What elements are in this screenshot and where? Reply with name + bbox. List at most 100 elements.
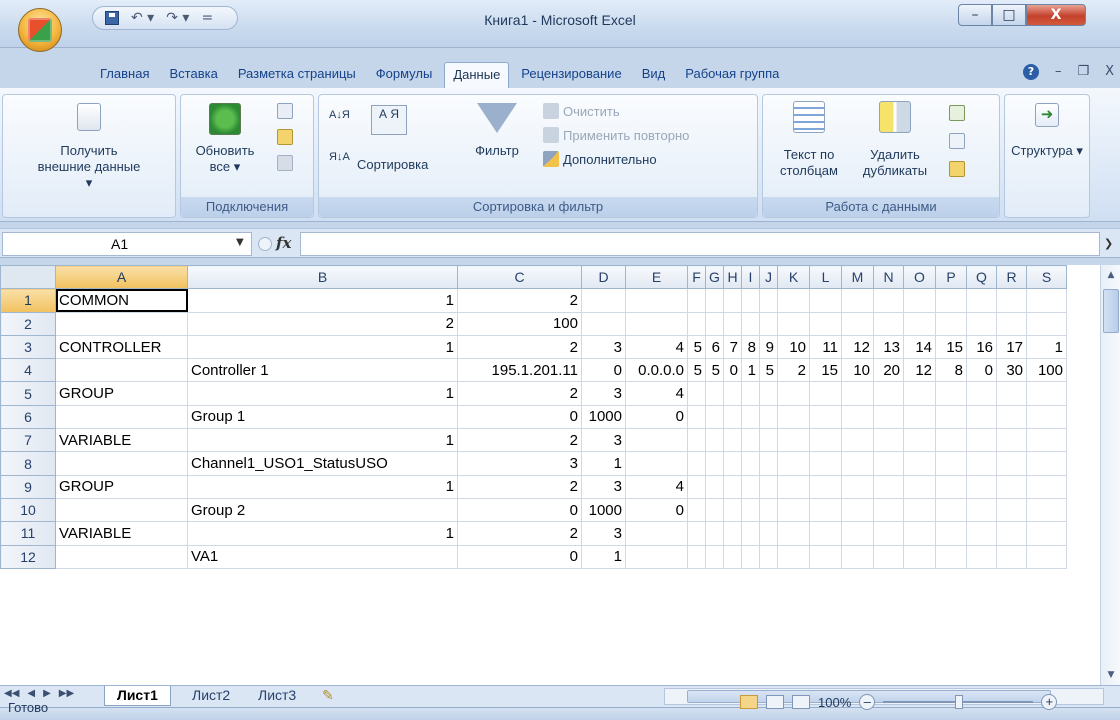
cell[interactable]: COMMON [55, 288, 188, 313]
cell[interactable]: 9 [759, 334, 778, 360]
cell[interactable]: 2 [457, 334, 582, 360]
cell[interactable] [903, 288, 936, 313]
cell[interactable] [966, 451, 997, 476]
cell[interactable] [809, 381, 842, 406]
cell[interactable]: 1 [581, 451, 626, 476]
sheet-tab-2[interactable]: Лист2 [180, 686, 242, 706]
cell[interactable] [687, 544, 706, 569]
page-break-view-icon[interactable] [792, 695, 810, 709]
cell[interactable] [1026, 404, 1067, 430]
cell[interactable] [723, 404, 742, 430]
cell[interactable]: 5 [687, 358, 706, 383]
cell[interactable] [903, 497, 936, 523]
cell[interactable] [705, 381, 724, 406]
cell[interactable] [841, 544, 874, 569]
close-button[interactable]: X [1026, 4, 1086, 26]
cell[interactable]: 5 [759, 358, 778, 383]
cell[interactable] [1026, 497, 1067, 523]
cell[interactable]: 195.1.201.11 [457, 358, 582, 383]
cell[interactable] [777, 381, 810, 406]
cell[interactable] [841, 474, 874, 499]
tab-7[interactable]: Вид [634, 62, 674, 88]
cell[interactable] [809, 311, 842, 336]
cell[interactable] [723, 521, 742, 546]
cell[interactable] [1026, 428, 1067, 453]
row-header[interactable]: 3 [0, 334, 56, 360]
column-header[interactable]: S [1026, 265, 1067, 290]
page-layout-view-icon[interactable] [766, 695, 784, 709]
cell[interactable]: CONTROLLER [55, 334, 188, 360]
cell[interactable] [55, 404, 188, 430]
vertical-scroll-thumb[interactable] [1103, 289, 1119, 333]
cell[interactable]: 4 [625, 474, 688, 499]
cell[interactable]: 1 [187, 288, 458, 313]
sort-button[interactable]: Сортировка [357, 157, 428, 172]
cell[interactable]: 0 [723, 358, 742, 383]
cell[interactable] [903, 474, 936, 499]
cell[interactable]: 8 [741, 334, 760, 360]
column-header[interactable]: P [935, 265, 967, 290]
cell[interactable] [625, 428, 688, 453]
scroll-down-icon[interactable]: ▼ [1103, 667, 1119, 683]
cell[interactable] [1026, 474, 1067, 499]
cell[interactable] [809, 497, 842, 523]
cell[interactable] [777, 404, 810, 430]
cell[interactable] [723, 311, 742, 336]
cell[interactable] [55, 497, 188, 523]
cell[interactable] [873, 497, 904, 523]
cell[interactable] [966, 428, 997, 453]
tab-5[interactable]: Данные [444, 62, 510, 88]
cell[interactable] [996, 451, 1027, 476]
row-header[interactable]: 10 [0, 497, 56, 523]
ribbon-restore-button[interactable]: ❐ [1077, 64, 1089, 80]
cell[interactable] [741, 474, 760, 499]
cell[interactable]: 6 [705, 334, 724, 360]
cell[interactable]: 0 [581, 358, 626, 383]
cell[interactable]: 1 [1026, 334, 1067, 360]
cell[interactable] [1026, 288, 1067, 313]
column-header[interactable]: D [581, 265, 626, 290]
cell[interactable] [705, 544, 724, 569]
cell[interactable]: 20 [873, 358, 904, 383]
cell[interactable] [777, 544, 810, 569]
cell[interactable] [873, 288, 904, 313]
cell[interactable] [741, 497, 760, 523]
cell[interactable]: 11 [809, 334, 842, 360]
cell[interactable]: 10 [841, 358, 874, 383]
sheet-tab-1[interactable]: Лист1 [104, 686, 171, 706]
cell[interactable]: 3 [581, 334, 626, 360]
cell[interactable] [759, 381, 778, 406]
get-external-data-button[interactable]: Получить внешние данные ▾ [7, 103, 171, 191]
cell[interactable] [687, 311, 706, 336]
row-header[interactable]: 8 [0, 451, 56, 476]
cell[interactable]: 0 [966, 358, 997, 383]
row-header[interactable]: 11 [0, 521, 56, 546]
cell[interactable] [1026, 521, 1067, 546]
cell[interactable] [841, 404, 874, 430]
column-header[interactable]: O [903, 265, 936, 290]
cell[interactable] [777, 288, 810, 313]
cell[interactable] [841, 381, 874, 406]
cell[interactable] [55, 358, 188, 383]
ribbon-close-button[interactable]: X [1105, 64, 1114, 80]
cell[interactable]: GROUP [55, 474, 188, 499]
cell[interactable]: 1000 [581, 497, 626, 523]
cell[interactable] [966, 404, 997, 430]
what-if-analysis-icon[interactable] [949, 161, 965, 177]
cell[interactable] [759, 521, 778, 546]
cell[interactable] [687, 451, 706, 476]
column-header[interactable]: F [687, 265, 706, 290]
cell[interactable] [966, 381, 997, 406]
cell[interactable] [903, 521, 936, 546]
outline-button[interactable]: ➜ Структура ▾ [1007, 103, 1087, 159]
cell[interactable]: 3 [581, 474, 626, 499]
cell[interactable] [809, 451, 842, 476]
cell[interactable] [687, 381, 706, 406]
cell[interactable]: 12 [841, 334, 874, 360]
properties-icon[interactable] [277, 129, 293, 145]
cell[interactable] [935, 497, 967, 523]
cell[interactable] [741, 311, 760, 336]
column-header[interactable]: C [457, 265, 582, 290]
cell[interactable] [581, 288, 626, 313]
cell[interactable] [996, 497, 1027, 523]
